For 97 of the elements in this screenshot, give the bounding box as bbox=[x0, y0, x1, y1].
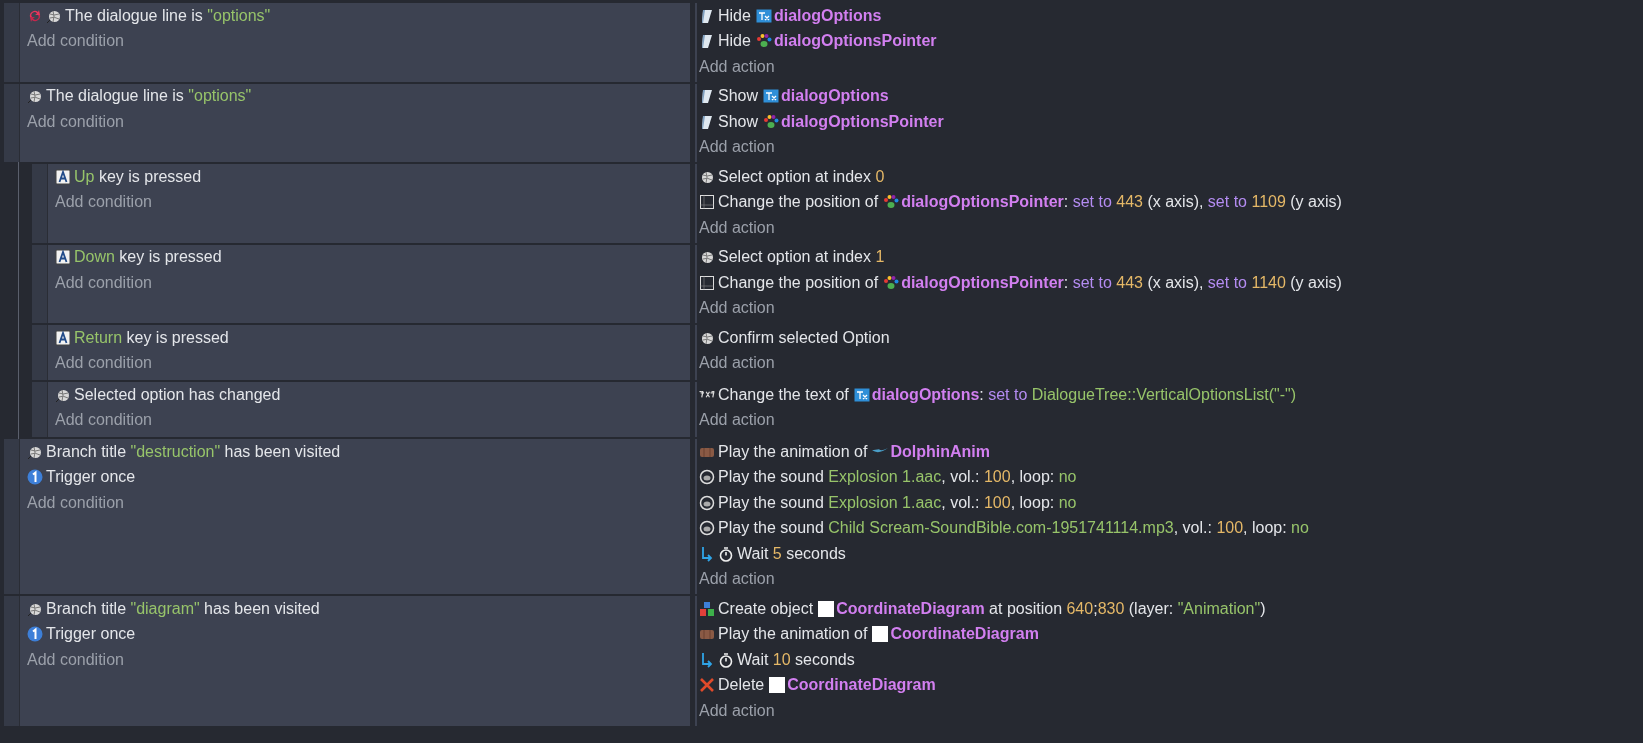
action-text[interactable]: Delete bbox=[718, 676, 765, 695]
action-text[interactable]: dialogOptionsPointer bbox=[773, 32, 937, 51]
event-drag-handle[interactable] bbox=[32, 244, 47, 323]
action-text[interactable]: Show bbox=[718, 87, 759, 106]
object-thumbnail-icon bbox=[872, 626, 889, 643]
stopwatch-icon bbox=[718, 545, 734, 562]
condition-text[interactable]: Up key is pressed bbox=[74, 167, 202, 186]
action-text[interactable]: dialogOptionsPointer: set to 443 (x axis), set to 1140 (y axis) bbox=[901, 273, 1342, 292]
action-text[interactable]: CoordinateDiagram bbox=[890, 625, 1039, 644]
condition-text[interactable]: Return key is pressed bbox=[74, 328, 229, 347]
event-drag-handle[interactable] bbox=[4, 439, 19, 594]
add-condition-link[interactable]: Add condition bbox=[55, 273, 152, 292]
speaker-icon bbox=[699, 469, 715, 486]
action-text[interactable]: DolphinAnim bbox=[890, 442, 990, 461]
condition-text[interactable]: Trigger once bbox=[46, 468, 136, 487]
action-text[interactable]: dialogOptions bbox=[773, 6, 882, 25]
key-a-icon bbox=[55, 249, 71, 266]
yarn-ball-icon bbox=[699, 249, 715, 266]
action-text[interactable]: Play the sound Explosion 1.aac, vol.: 100, loop: no bbox=[718, 468, 1077, 487]
action-text[interactable]: Change the position of bbox=[718, 193, 879, 212]
grid-square-icon bbox=[699, 274, 715, 291]
add-action-link[interactable]: Add action bbox=[699, 57, 775, 76]
paw-icon bbox=[883, 274, 900, 291]
event-drag-handle[interactable] bbox=[32, 325, 47, 380]
condition-text[interactable]: The dialogue line is "options" bbox=[65, 6, 271, 25]
text-icon bbox=[699, 391, 715, 399]
action-text[interactable]: Select option at index 1 bbox=[718, 248, 885, 267]
speaker-icon bbox=[699, 520, 715, 537]
condition-text[interactable]: Selected option has changed bbox=[74, 385, 281, 404]
key-a-icon bbox=[55, 168, 71, 185]
number-one-icon bbox=[27, 626, 43, 643]
action-text[interactable]: Change the position of bbox=[718, 273, 879, 292]
action-text[interactable]: Show bbox=[718, 112, 759, 131]
action-text[interactable]: Play the animation of bbox=[718, 442, 868, 461]
text-object-icon bbox=[853, 386, 870, 403]
grid-square-icon bbox=[699, 194, 715, 211]
key-a-icon bbox=[55, 329, 71, 346]
action-text[interactable]: Wait 5 seconds bbox=[737, 544, 846, 563]
object-thumbnail-icon bbox=[769, 677, 786, 694]
add-condition-link[interactable]: Add condition bbox=[27, 32, 124, 51]
text-object-icon bbox=[755, 7, 772, 24]
blocks-icon bbox=[699, 600, 715, 617]
event-drag-handle[interactable] bbox=[4, 3, 19, 82]
add-action-link[interactable]: Add action bbox=[699, 138, 775, 157]
action-text[interactable]: Wait 10 seconds bbox=[737, 650, 855, 669]
action-text[interactable]: Change the text of bbox=[718, 385, 849, 404]
add-condition-link[interactable]: Add condition bbox=[27, 493, 124, 512]
add-condition-link[interactable]: Add condition bbox=[27, 650, 124, 669]
parallelogram-icon bbox=[699, 7, 715, 24]
action-text[interactable]: Play the sound Child Scream-SoundBible.com-1951741114.mp3, vol.: 100, loop: no bbox=[718, 519, 1309, 538]
add-action-link[interactable]: Add action bbox=[699, 218, 775, 237]
action-text[interactable]: dialogOptions bbox=[781, 87, 889, 106]
action-text[interactable]: dialogOptions: set to DialogueTree::VerticalOptionsList("-") bbox=[871, 385, 1296, 404]
add-action-link[interactable]: Add action bbox=[699, 354, 775, 373]
text-object-icon bbox=[763, 88, 780, 105]
add-condition-link[interactable]: Add condition bbox=[27, 112, 124, 131]
add-action-link[interactable]: Add action bbox=[699, 701, 775, 720]
add-action-link[interactable]: Add action bbox=[699, 411, 775, 430]
delete-icon bbox=[699, 677, 715, 694]
branch-arrow-icon bbox=[699, 651, 715, 668]
action-text[interactable]: dialogOptionsPointer: set to 443 (x axis), set to 1109 (y axis) bbox=[901, 193, 1342, 212]
event-drag-handle[interactable] bbox=[4, 596, 19, 726]
condition-text[interactable]: Branch title "destruction" has been visited bbox=[46, 442, 341, 461]
action-text[interactable]: dialogOptionsPointer bbox=[781, 112, 944, 131]
condition-text[interactable]: Trigger once bbox=[46, 625, 136, 644]
action-text[interactable]: Hide bbox=[718, 6, 751, 25]
number-one-icon bbox=[27, 469, 43, 486]
object-thumbnail-icon bbox=[818, 600, 835, 617]
action-text[interactable]: Select option at index 0 bbox=[718, 167, 885, 186]
condition-text[interactable]: The dialogue line is "options" bbox=[46, 87, 252, 106]
add-action-link[interactable]: Add action bbox=[699, 570, 775, 589]
paw-icon bbox=[763, 113, 780, 130]
event-drag-handle[interactable] bbox=[32, 382, 47, 437]
condition-text[interactable]: Branch title "diagram" has been visited bbox=[46, 599, 320, 618]
parallelogram-icon bbox=[699, 113, 715, 130]
action-text[interactable]: Play the sound Explosion 1.aac, vol.: 100, loop: no bbox=[718, 493, 1077, 512]
add-condition-link[interactable]: Add condition bbox=[55, 193, 152, 212]
stopwatch-icon bbox=[718, 651, 734, 668]
add-condition-link[interactable]: Add condition bbox=[55, 411, 152, 430]
paw-icon bbox=[755, 33, 772, 50]
action-text[interactable]: CoordinateDiagram bbox=[787, 676, 936, 695]
action-text[interactable]: Hide bbox=[718, 32, 751, 51]
add-condition-link[interactable]: Add condition bbox=[55, 354, 152, 373]
yarn-ball-icon bbox=[27, 88, 43, 105]
event-drag-handle[interactable] bbox=[32, 164, 47, 243]
add-action-link[interactable]: Add action bbox=[699, 299, 775, 318]
parallelogram-icon bbox=[699, 88, 715, 105]
action-text[interactable]: Create object bbox=[718, 599, 814, 618]
condition-text[interactable]: Down key is pressed bbox=[74, 248, 222, 267]
parallelogram-icon bbox=[699, 33, 715, 50]
action-text[interactable]: Play the animation of bbox=[718, 625, 868, 644]
action-text[interactable]: Confirm selected Option bbox=[718, 328, 890, 347]
speaker-icon bbox=[699, 494, 715, 511]
paw-icon bbox=[883, 194, 900, 211]
event-drag-handle[interactable] bbox=[4, 83, 19, 162]
branch-arrow-icon bbox=[699, 545, 715, 562]
action-text[interactable]: CoordinateDiagram at position 640;830 (layer: "Animation") bbox=[836, 599, 1266, 618]
